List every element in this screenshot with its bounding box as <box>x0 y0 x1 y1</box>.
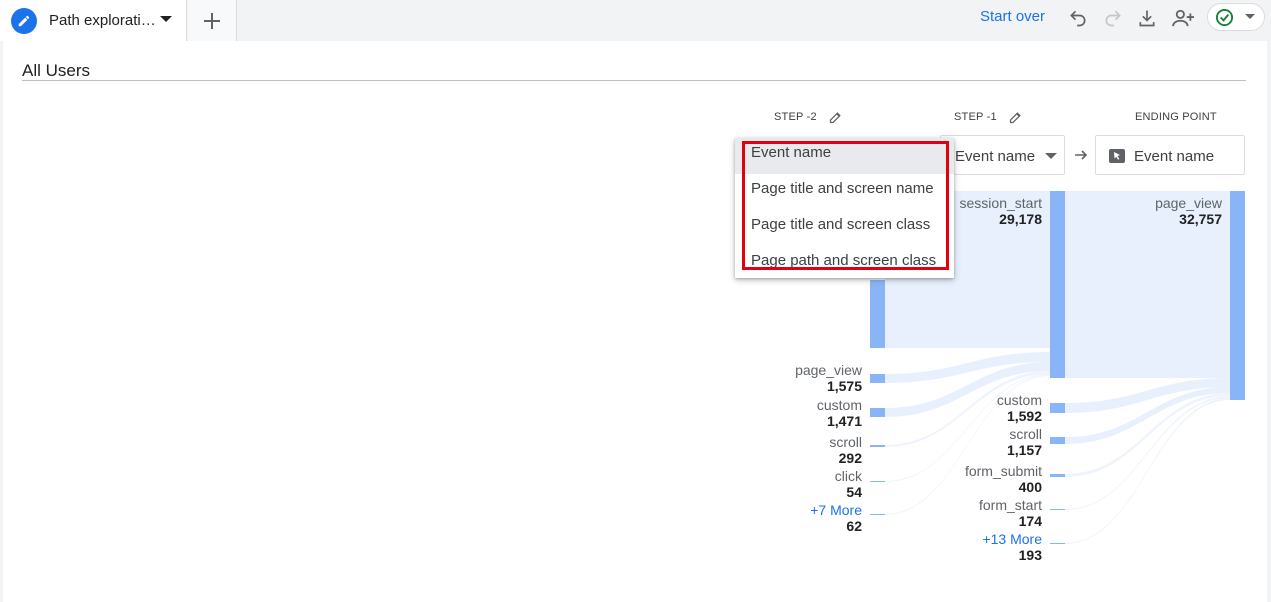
edit-pencil-icon[interactable] <box>828 110 844 126</box>
node-label: click <box>834 468 862 484</box>
edit-pencil-icon[interactable] <box>1008 110 1024 126</box>
select-value: Event name <box>955 148 1036 165</box>
path-flow-graph <box>885 191 1230 544</box>
node-label: form_start <box>978 497 1042 513</box>
node-label: custom <box>816 397 862 413</box>
node-bar[interactable] <box>1050 403 1065 413</box>
node-label: session_start <box>959 195 1042 211</box>
ending-point-dimension-select[interactable]: Event name <box>1095 135 1245 175</box>
node-bar[interactable] <box>870 408 885 417</box>
node-bar[interactable] <box>1050 437 1065 444</box>
node-label: page_view <box>795 362 862 378</box>
node-value: 400 <box>1018 479 1042 495</box>
node-value: 62 <box>846 518 862 534</box>
path-exploration-screen: Path explorati… Start over All Users STE… <box>0 0 1271 602</box>
arrow-right-icon <box>1073 147 1089 168</box>
flow-custom-to-page-view <box>1065 378 1230 413</box>
node-bar[interactable] <box>870 481 885 482</box>
node-bar[interactable] <box>1230 191 1245 400</box>
node-bar[interactable] <box>870 514 885 515</box>
more-nodes-link[interactable]: +7 More <box>810 502 862 518</box>
node-label: custom <box>996 392 1042 408</box>
node-value: 29,178 <box>999 211 1042 227</box>
step-2-top-bar[interactable] <box>870 280 885 348</box>
step-minus-1-dimension-select[interactable]: Event name <box>940 135 1065 175</box>
annotation-highlight-box <box>742 141 949 270</box>
step-minus-1-header: STEP -1 <box>954 111 997 123</box>
node-label: scroll <box>1009 426 1042 442</box>
node-value: 193 <box>1018 547 1042 563</box>
node-value: 1,575 <box>826 378 862 394</box>
node-value: 1,157 <box>1006 442 1042 458</box>
node-value: 1,471 <box>826 413 862 429</box>
more-nodes-link[interactable]: +13 More <box>982 531 1042 547</box>
node-value: 1,592 <box>1006 408 1042 424</box>
node-value: 174 <box>1018 513 1042 529</box>
node-label: scroll <box>829 434 862 450</box>
chevron-down-icon <box>1045 153 1057 159</box>
node-value: 32,757 <box>1179 211 1222 227</box>
node-bar[interactable] <box>870 445 885 447</box>
node-bar[interactable] <box>1050 509 1065 510</box>
node-value: 54 <box>846 484 862 500</box>
step-minus-2-header: STEP -2 <box>774 111 817 123</box>
node-label: page_view <box>1155 195 1222 211</box>
node-value: 292 <box>838 450 862 466</box>
node-label: form_submit <box>964 463 1042 479</box>
cursor-select-icon <box>1109 149 1125 167</box>
node-bar[interactable] <box>1050 543 1065 544</box>
node-bar[interactable] <box>870 374 885 383</box>
ending-point-header: ENDING POINT <box>1135 111 1217 123</box>
node-bar[interactable] <box>1050 191 1065 378</box>
node-bar[interactable] <box>1050 474 1065 477</box>
select-value: Event name <box>1134 148 1215 165</box>
